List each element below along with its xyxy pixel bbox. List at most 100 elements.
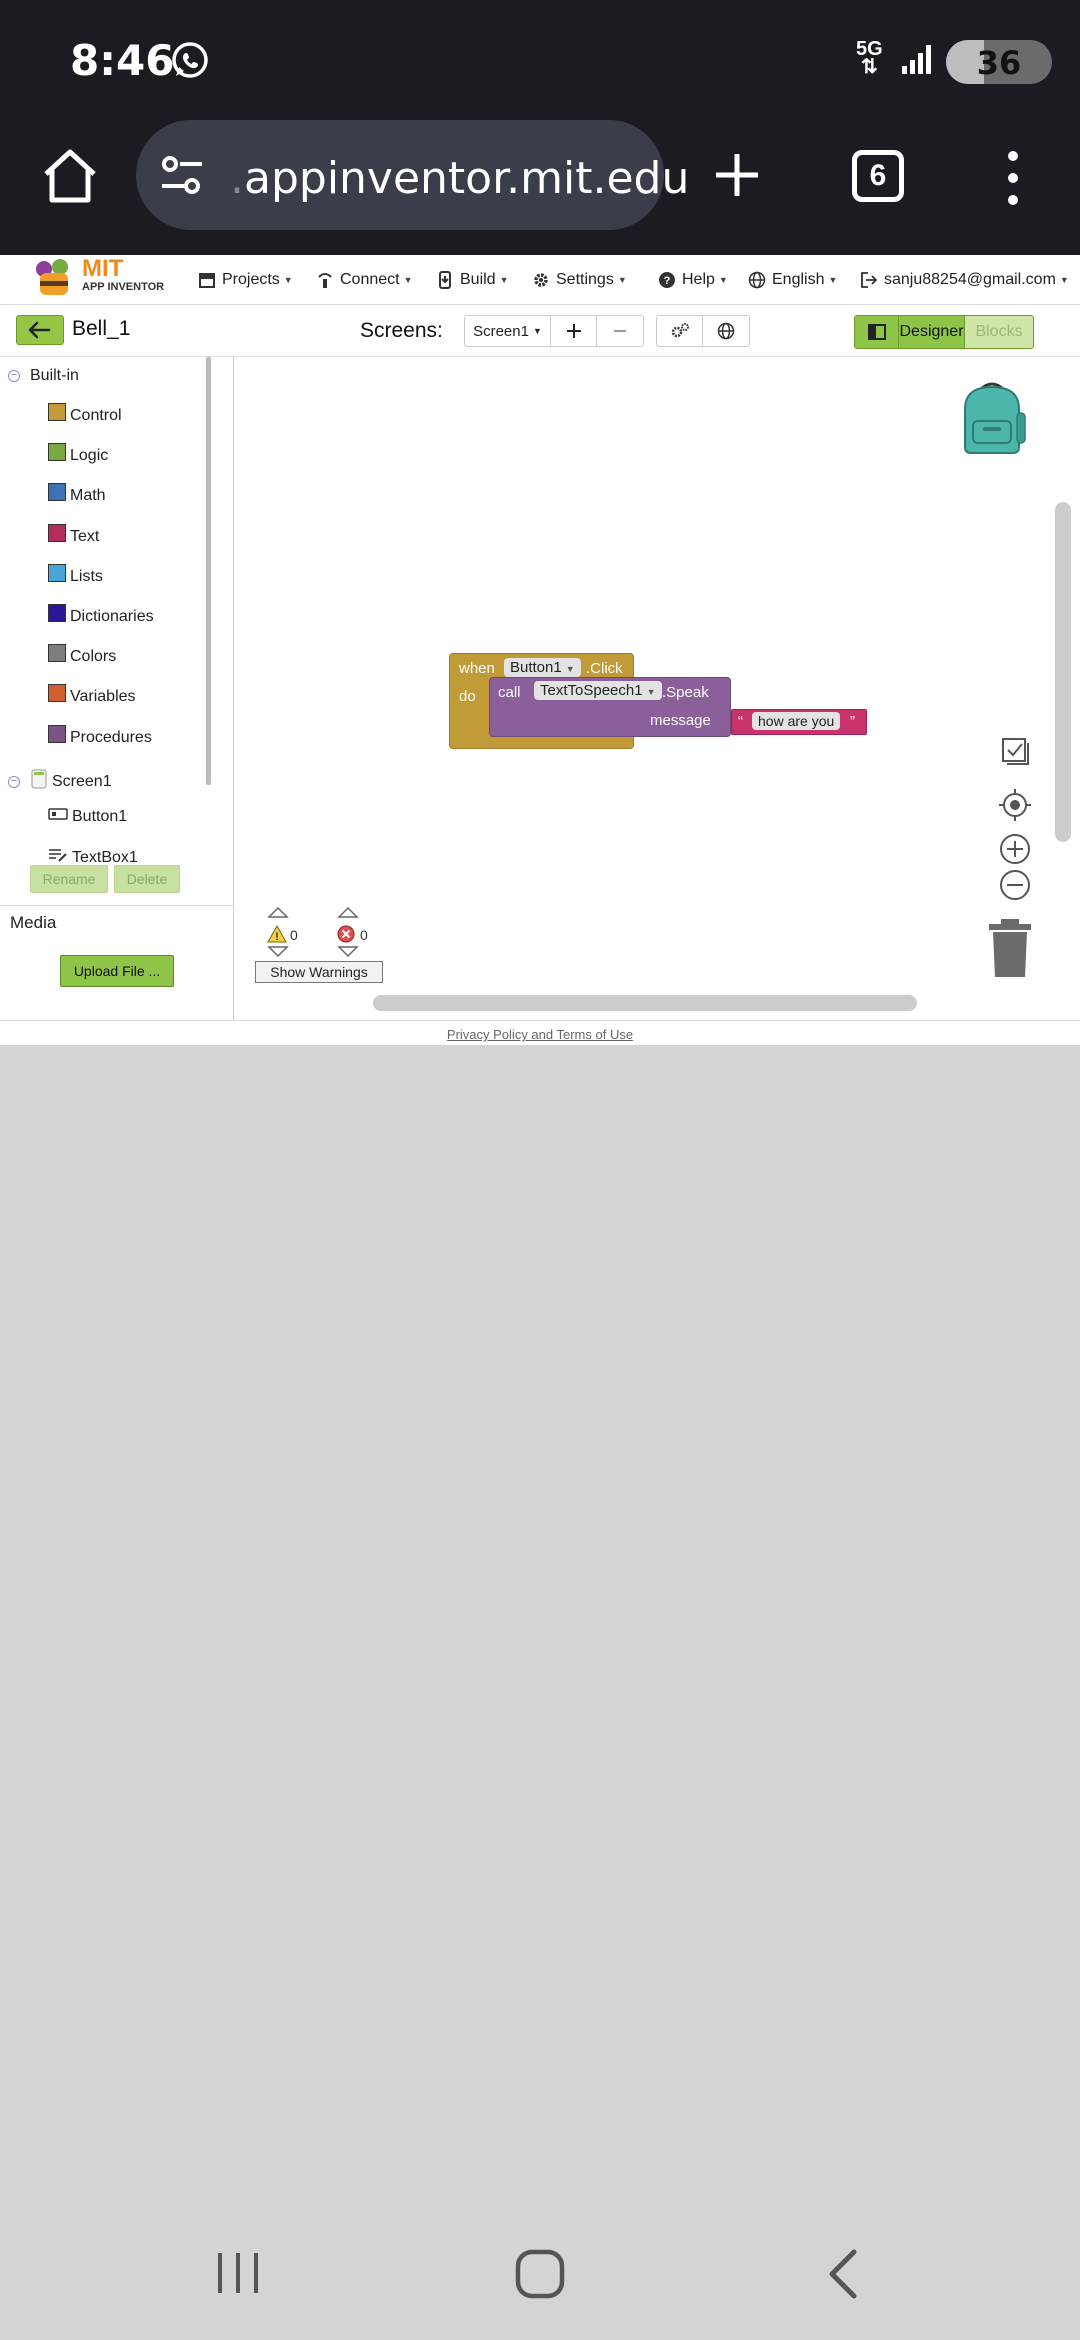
address-bar[interactable]: .appinventor.mit.edu [136, 120, 689, 230]
logo-title: MIT [82, 255, 124, 282]
browser-toolbar: .appinventor.mit.edu 6 [0, 110, 1080, 255]
call-speak-block[interactable]: call TextToSpeech1 ▼ .Speak message [489, 677, 731, 737]
drawer-color-swatch [48, 724, 66, 743]
drawer-dictionaries[interactable]: Dictionaries [48, 604, 154, 626]
collapse-blocks-icon[interactable] [999, 735, 1031, 767]
screen-icon [30, 769, 48, 794]
panel-icon [867, 324, 886, 340]
recent-apps-icon[interactable] [214, 2250, 262, 2296]
screen-select[interactable]: Screen1 ▼ [465, 316, 551, 346]
gear-icon [534, 273, 548, 287]
remove-screen-button[interactable] [597, 316, 643, 346]
menu-build[interactable]: Build ▼ [436, 255, 509, 305]
project-properties-controls [656, 315, 750, 347]
upload-file-button[interactable]: Upload File ... [60, 955, 174, 987]
drawer-color-swatch [48, 644, 66, 663]
drawer-lists[interactable]: Lists [48, 563, 103, 586]
drawer-math-label: Math [70, 487, 106, 505]
blocks-workspace[interactable]: when Button1 ▼ .Click do call TextToSpeec… [235, 357, 1080, 1020]
media-label: Media [10, 913, 57, 932]
recenter-icon[interactable] [998, 788, 1032, 822]
back-nav-icon[interactable] [824, 2248, 864, 2300]
network-5g-icon: 5G ⇅ [856, 38, 883, 78]
collapse-screen-icon[interactable]: − [8, 775, 20, 788]
app-inventor-page: MIT APP INVENTOR Projects ▼ Connect ▼ Buil… [0, 255, 1080, 1045]
project-name: Bell_1 [72, 317, 131, 340]
tree-builtin[interactable]: − Built-in [8, 367, 79, 385]
layout-toggle-button[interactable] [855, 316, 899, 348]
minus-icon [614, 330, 626, 332]
text-value-field[interactable]: how are you [752, 712, 841, 730]
site-settings-icon[interactable] [158, 152, 206, 198]
menu-account[interactable]: sanju88254@gmail.com ▼ [860, 255, 1069, 305]
workspace-vertical-scrollbar[interactable] [1055, 502, 1071, 842]
designer-button[interactable]: Designer [899, 316, 965, 348]
project-properties-button[interactable] [657, 316, 703, 346]
block-message-label: message [650, 712, 711, 729]
menu-settings[interactable]: Settings ▼ [532, 255, 627, 305]
network-label: 5G [856, 38, 883, 60]
backpack-icon[interactable] [955, 379, 1029, 455]
tab-switcher-button[interactable]: 6 [852, 150, 904, 202]
gears-icon [671, 323, 689, 338]
trash-icon[interactable] [985, 917, 1035, 979]
menu-account-label: sanju88254@gmail.com [884, 271, 1056, 288]
globe-icon [717, 322, 735, 340]
privacy-policy-link[interactable]: Privacy Policy and Terms of Use [447, 1027, 633, 1042]
screen-controls: Screen1 ▼ [464, 315, 644, 347]
menu-help-label: Help [682, 271, 715, 288]
logo-subtitle: APP INVENTOR [82, 281, 165, 293]
delete-button[interactable]: Delete [114, 865, 180, 893]
rename-button[interactable]: Rename [30, 865, 108, 893]
drawer-math[interactable]: Math [48, 483, 106, 505]
drawer-color-swatch [48, 403, 66, 421]
drawer-text-label: Text [70, 527, 100, 545]
error-next-icon[interactable] [337, 945, 359, 959]
arrow-left-icon [28, 321, 51, 339]
warning-next-icon[interactable] [267, 945, 289, 959]
tts-component-dropdown[interactable]: TextToSpeech1 ▼ [534, 681, 662, 700]
zoom-in-icon[interactable] [999, 833, 1031, 865]
error-icon [337, 925, 355, 943]
drawer-text[interactable]: Text [48, 523, 100, 546]
mit-app-inventor-logo[interactable]: MIT APP INVENTOR [30, 255, 180, 301]
component-dropdown[interactable]: Button1 ▼ [504, 658, 581, 677]
new-tab-icon[interactable] [712, 150, 762, 200]
drawer-colors[interactable]: Colors [48, 644, 116, 666]
menu-connect[interactable]: Connect ▼ [316, 255, 413, 305]
zoom-out-icon[interactable] [999, 869, 1031, 901]
more-menu-icon[interactable] [1000, 148, 1026, 208]
home-nav-icon[interactable] [514, 2248, 566, 2300]
tree-screen1-label: Screen1 [52, 772, 112, 790]
drawer-variables-label: Variables [70, 688, 136, 706]
text-string-block[interactable]: “ how are you ” [731, 709, 867, 735]
back-button[interactable] [16, 315, 64, 345]
error-count: 0 [360, 927, 368, 943]
sidebar-scrollbar[interactable] [206, 357, 211, 785]
drawer-variables[interactable]: Variables [48, 684, 136, 706]
text-open-quote: “ [738, 713, 743, 730]
drawer-color-swatch [48, 443, 66, 462]
error-prev-icon[interactable] [337, 905, 359, 919]
menu-help[interactable]: ? Help ▼ [658, 255, 728, 305]
screen-select-label: Screen1 [473, 322, 529, 340]
collapse-builtin-icon[interactable]: − [8, 370, 20, 382]
block-method-label: .Speak [662, 684, 709, 701]
workspace-horizontal-scrollbar[interactable] [373, 995, 917, 1011]
blocks-button[interactable]: Blocks [965, 316, 1033, 348]
menu-projects[interactable]: Projects ▼ [198, 255, 293, 305]
tree-component-button1[interactable]: Button1 [48, 807, 127, 826]
menu-connect-label: Connect [340, 271, 400, 288]
show-warnings-button[interactable]: Show Warnings [255, 961, 383, 983]
battery-indicator: 36 [946, 40, 1052, 84]
home-icon[interactable] [40, 146, 100, 206]
tree-screen1[interactable]: − Screen1 [8, 769, 112, 794]
drawer-logic[interactable]: Logic [48, 443, 108, 465]
warning-prev-icon[interactable] [267, 905, 289, 919]
footer: Privacy Policy and Terms of Use [0, 1020, 1080, 1045]
drawer-control[interactable]: Control [48, 403, 122, 425]
drawer-procedures[interactable]: Procedures [48, 724, 152, 747]
add-screen-button[interactable] [551, 316, 597, 346]
preview-button[interactable] [703, 316, 749, 346]
menu-language[interactable]: English ▼ [748, 255, 837, 305]
